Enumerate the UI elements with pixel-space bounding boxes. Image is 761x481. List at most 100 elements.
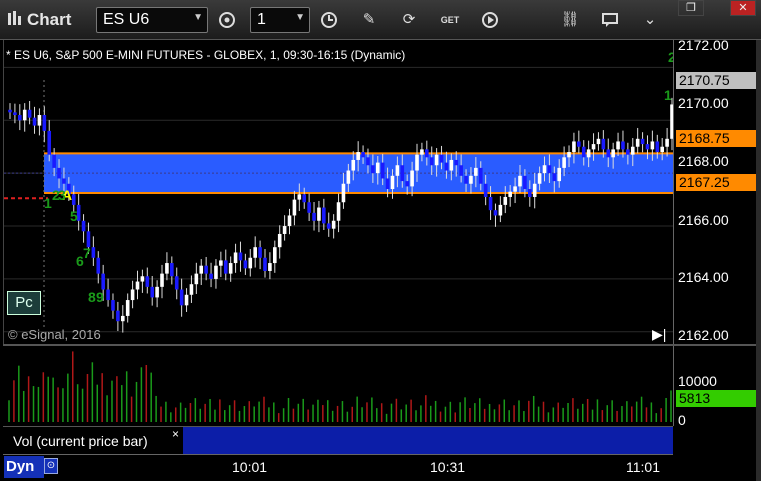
down-candle bbox=[454, 159, 459, 166]
price-label: 2162.00 bbox=[678, 327, 729, 343]
pencil-icon[interactable]: ✎ bbox=[356, 8, 382, 32]
price-label: 2172.00 bbox=[678, 37, 729, 53]
annotation-label: 1 bbox=[664, 87, 672, 103]
restore-icon[interactable]: ❐ bbox=[678, 0, 704, 16]
symbol-input[interactable]: ES U6 ▼ bbox=[96, 7, 208, 33]
up-candle bbox=[277, 233, 282, 248]
chevron-down-icon[interactable]: ▼ bbox=[193, 12, 203, 23]
down-candle bbox=[52, 154, 56, 168]
down-candle bbox=[170, 263, 174, 277]
pc-button[interactable]: Pc bbox=[7, 291, 41, 315]
down-candle bbox=[488, 196, 493, 211]
volume-legend-label: Vol (current price bar) bbox=[13, 433, 148, 449]
down-candle bbox=[18, 115, 22, 121]
volume-pane[interactable] bbox=[3, 346, 673, 424]
price-label: 2170.00 bbox=[678, 95, 729, 111]
up-candle bbox=[199, 265, 204, 274]
up-candle bbox=[194, 273, 199, 285]
price-label: 2166.00 bbox=[678, 212, 729, 228]
down-candle bbox=[655, 141, 660, 153]
down-candle bbox=[400, 165, 405, 182]
down-candle bbox=[307, 202, 311, 213]
annotation-label: 8 bbox=[88, 289, 96, 305]
close-icon[interactable]: ✕ bbox=[730, 0, 756, 16]
down-candle bbox=[361, 152, 365, 158]
up-candle bbox=[120, 315, 125, 322]
down-candle bbox=[13, 112, 17, 116]
volume-chart[interactable] bbox=[3, 346, 673, 424]
chevron-down-icon[interactable]: ▼ bbox=[295, 12, 305, 23]
down-candle bbox=[523, 175, 527, 190]
down-candle bbox=[380, 162, 385, 179]
goto-end-icon[interactable]: ▶| bbox=[652, 326, 666, 343]
cycle-icon[interactable] bbox=[214, 8, 240, 32]
dynamic-mode-button[interactable]: Dyn bbox=[4, 456, 44, 478]
down-candle bbox=[302, 194, 307, 203]
down-candle bbox=[47, 130, 52, 155]
window-frame bbox=[756, 40, 761, 481]
volume-label: 0 bbox=[678, 412, 686, 428]
down-candle bbox=[464, 175, 468, 184]
refresh-icon[interactable]: ⟳ bbox=[396, 8, 422, 32]
up-candle bbox=[557, 167, 562, 182]
up-candle bbox=[665, 138, 669, 147]
candlestick-chart[interactable]: A1 2356 78 912 bbox=[4, 40, 676, 344]
down-candle bbox=[258, 247, 262, 258]
up-candle bbox=[542, 165, 547, 174]
down-candle bbox=[547, 165, 552, 174]
down-candle bbox=[32, 117, 37, 126]
link-icon[interactable]: ⛓ bbox=[557, 8, 583, 32]
down-candle bbox=[209, 273, 213, 279]
last-price-tag: 2170.75 bbox=[676, 72, 756, 89]
down-candle bbox=[385, 178, 390, 190]
volume-label: 10000 bbox=[678, 373, 717, 389]
down-candle bbox=[263, 257, 267, 271]
annotation-label: 9 bbox=[96, 289, 104, 305]
up-candle bbox=[268, 263, 272, 271]
down-candle bbox=[606, 149, 611, 158]
down-candle bbox=[405, 181, 409, 187]
time-label: 10:31 bbox=[430, 459, 466, 475]
down-candle bbox=[91, 247, 96, 258]
current-volume-tag: 5813 bbox=[676, 390, 756, 407]
lock-icon[interactable]: ⊙ bbox=[44, 458, 58, 474]
up-candle bbox=[356, 152, 360, 160]
down-candle bbox=[483, 183, 488, 197]
down-candle bbox=[645, 144, 650, 150]
up-candle bbox=[292, 199, 297, 216]
down-candle bbox=[444, 162, 449, 171]
price-label: 2164.00 bbox=[678, 269, 729, 285]
up-candle bbox=[273, 247, 277, 264]
down-candle bbox=[601, 138, 606, 150]
down-candle bbox=[552, 173, 557, 182]
down-candle bbox=[27, 109, 32, 118]
down-candle bbox=[581, 146, 586, 158]
down-candle bbox=[145, 276, 150, 287]
down-candle bbox=[371, 165, 375, 174]
up-candle bbox=[630, 146, 635, 155]
up-candle bbox=[351, 159, 356, 171]
down-candle bbox=[326, 223, 331, 229]
price-pane[interactable]: A1235678912 bbox=[3, 40, 676, 344]
up-candle bbox=[155, 286, 159, 298]
up-candle bbox=[503, 196, 508, 205]
clock-icon[interactable] bbox=[316, 8, 342, 32]
get-icon[interactable]: GET bbox=[437, 8, 463, 32]
up-candle bbox=[567, 152, 571, 158]
chevron-down-icon[interactable]: ⌄ bbox=[637, 8, 663, 32]
up-candle bbox=[331, 220, 336, 229]
interval-value: 1 bbox=[257, 11, 266, 28]
up-candle bbox=[248, 257, 253, 269]
up-candle bbox=[336, 202, 341, 221]
up-candle bbox=[596, 138, 601, 145]
chat-icon[interactable] bbox=[597, 8, 623, 32]
up-candle bbox=[287, 215, 292, 227]
time-axis[interactable] bbox=[3, 454, 673, 481]
up-candle bbox=[282, 226, 287, 234]
interval-input[interactable]: 1 ▼ bbox=[250, 7, 310, 33]
close-icon[interactable]: × bbox=[172, 427, 179, 441]
play-icon[interactable] bbox=[477, 8, 503, 32]
up-candle bbox=[228, 263, 233, 274]
up-candle bbox=[341, 183, 346, 203]
down-candle bbox=[71, 194, 76, 205]
